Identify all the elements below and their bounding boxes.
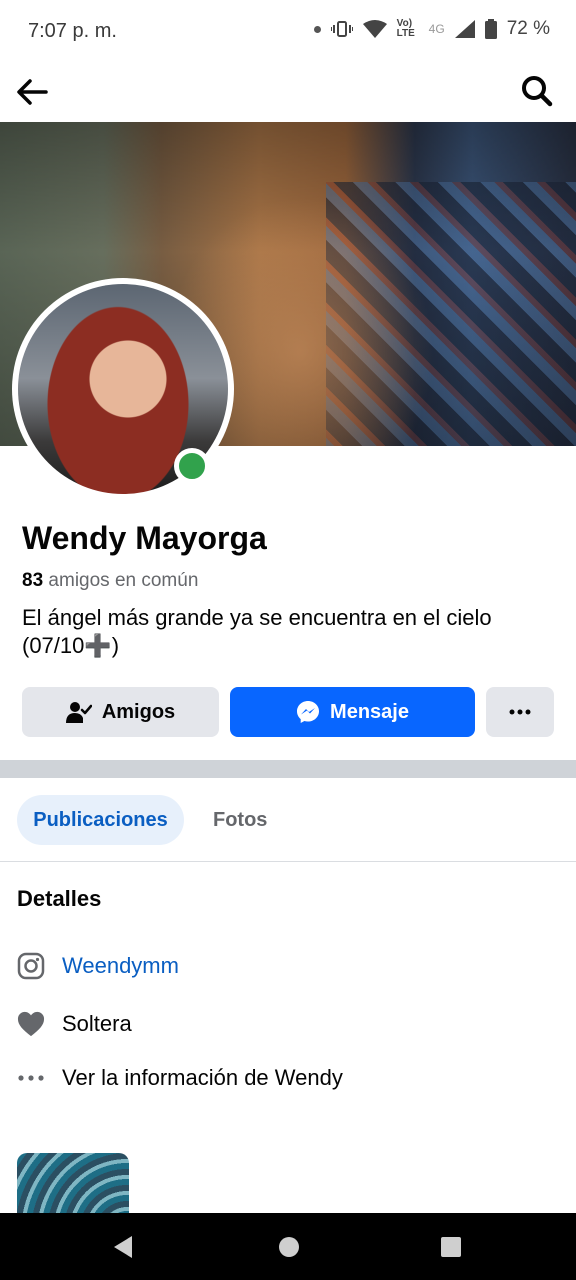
search-button[interactable] bbox=[520, 74, 556, 110]
heart-icon bbox=[17, 1010, 45, 1038]
featured-thumbnail[interactable] bbox=[17, 1153, 129, 1213]
mutual-friends-count: 83 bbox=[22, 570, 44, 591]
square-recents-icon bbox=[441, 1237, 461, 1257]
relationship-status: Soltera bbox=[62, 1011, 132, 1036]
instagram-username[interactable]: Weendymm bbox=[62, 953, 179, 979]
friend-check-icon bbox=[65, 702, 92, 723]
status-icons: Vo) LTE 4G 72 % bbox=[313, 18, 550, 40]
message-button-label: Mensaje bbox=[330, 700, 409, 723]
online-status-indicator bbox=[174, 448, 210, 484]
section-divider bbox=[0, 760, 576, 778]
battery-level: 72 % bbox=[506, 18, 550, 39]
volte-icon: Vo) LTE bbox=[396, 18, 415, 39]
top-bar bbox=[0, 62, 576, 122]
ellipsis-icon bbox=[17, 1064, 45, 1092]
profile-name: Wendy Mayorga bbox=[22, 520, 267, 556]
nav-recents-button[interactable] bbox=[437, 1233, 465, 1261]
profile-bio: El ángel más grande ya se encuentra en e… bbox=[22, 605, 492, 658]
detail-instagram[interactable]: Weendymm bbox=[17, 950, 179, 982]
signal-icon bbox=[454, 20, 475, 38]
wifi-icon bbox=[362, 20, 387, 38]
details-heading: Detalles bbox=[17, 886, 102, 911]
message-button[interactable]: Mensaje bbox=[230, 687, 475, 737]
friends-button-label: Amigos bbox=[101, 700, 176, 723]
more-options-button[interactable] bbox=[486, 687, 554, 737]
nav-home-button[interactable] bbox=[275, 1233, 303, 1261]
arrow-left-icon bbox=[17, 79, 48, 105]
status-time: 7:07 p. m. bbox=[28, 20, 117, 42]
more-icon bbox=[509, 709, 531, 715]
detail-relationship: Soltera bbox=[17, 1008, 132, 1040]
network-type: 4G bbox=[428, 22, 445, 36]
mutual-friends-label: amigos en común bbox=[48, 570, 199, 591]
messenger-icon bbox=[297, 701, 320, 723]
profile-tabs: Publicaciones Fotos bbox=[0, 778, 576, 862]
circle-home-icon bbox=[279, 1237, 299, 1257]
instagram-icon bbox=[17, 952, 45, 980]
tab-posts[interactable]: Publicaciones bbox=[17, 795, 184, 845]
tab-photos[interactable]: Fotos bbox=[196, 795, 284, 845]
battery-icon bbox=[484, 19, 497, 39]
see-info-link[interactable]: Ver la información de Wendy bbox=[62, 1065, 343, 1091]
detail-see-info[interactable]: Ver la información de Wendy bbox=[17, 1062, 343, 1094]
status-bar: 7:07 p. m. Vo) LTE 4G 72 % bbox=[0, 0, 576, 62]
back-button[interactable] bbox=[14, 74, 54, 110]
android-nav-bar bbox=[0, 1213, 576, 1280]
nav-back-button[interactable] bbox=[110, 1233, 138, 1261]
mutual-friends[interactable]: 83 amigos en común bbox=[22, 570, 198, 592]
triangle-back-icon bbox=[114, 1236, 132, 1258]
vibrate-icon bbox=[330, 19, 353, 39]
search-icon bbox=[522, 76, 553, 107]
notification-dot-icon bbox=[313, 25, 321, 33]
friends-button[interactable]: Amigos bbox=[22, 687, 219, 737]
